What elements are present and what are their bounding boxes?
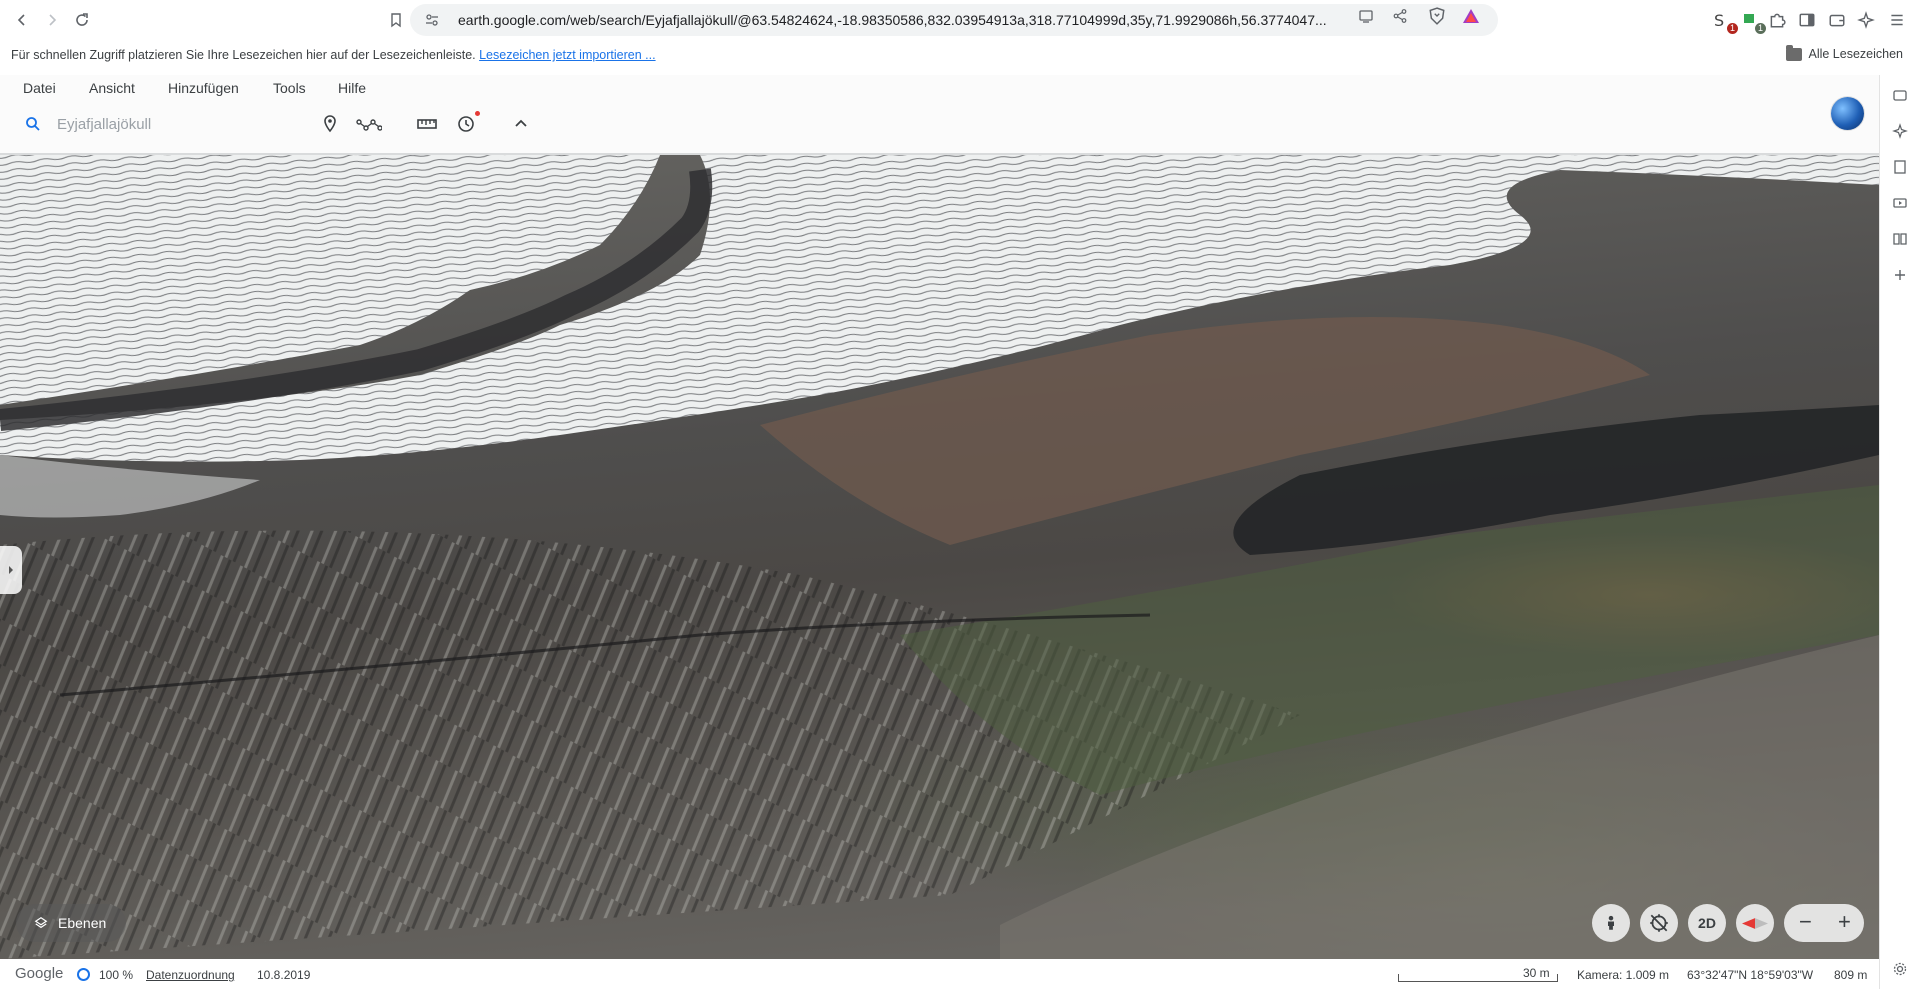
sidebar-wallet-icon[interactable] <box>1892 87 1908 103</box>
imagery-date: 10.8.2019 <box>257 968 311 982</box>
extension-1-icon[interactable]: S 1 <box>1712 10 1738 34</box>
search-input[interactable] <box>57 112 297 136</box>
load-percent: 100 % <box>99 968 134 982</box>
tilt-reset-button[interactable] <box>1640 904 1678 942</box>
wallet-icon[interactable] <box>1828 11 1846 29</box>
earth-status-bar: Google 100 % Datenzuordnung 10.8.2019 30… <box>0 959 1879 989</box>
browser-right-sidebar <box>1879 75 1919 989</box>
pegman-icon <box>1608 915 1614 930</box>
zoom-out-button[interactable]: − <box>1799 910 1812 934</box>
extension-2-badge: 1 <box>1754 23 1766 34</box>
extension-2-icon[interactable]: 1 <box>1740 10 1766 34</box>
share-icon[interactable] <box>1392 8 1408 24</box>
pegman-button[interactable] <box>1592 904 1630 942</box>
all-bookmarks-button[interactable]: Alle Lesezeichen <box>1786 44 1903 61</box>
menu-add[interactable]: Hinzufügen <box>168 80 239 96</box>
menu-file[interactable]: Datei <box>23 80 56 96</box>
folder-icon <box>1786 44 1803 61</box>
browser-toolbar: earth.google.com/web/search/Eyjafjallajö… <box>0 0 1919 40</box>
all-bookmarks-label: Alle Lesezeichen <box>1808 47 1903 61</box>
measure-icon[interactable] <box>416 114 438 134</box>
attribution-link[interactable]: Datenzuordnung <box>146 968 235 982</box>
zoom-control: − + <box>1784 904 1864 942</box>
placemark-icon[interactable] <box>320 114 340 134</box>
sidebar-leo-icon[interactable] <box>1892 123 1908 139</box>
sidebar-add-icon[interactable] <box>1892 267 1908 283</box>
site-info-icon[interactable] <box>424 12 440 28</box>
account-avatar-globe[interactable] <box>1831 97 1864 130</box>
history-icon[interactable] <box>456 114 476 134</box>
bookmarks-bar: Für schnellen Zugriff platzieren Sie Ihr… <box>0 40 1919 70</box>
google-logo: Google <box>15 965 64 982</box>
sidebar-reading-list-icon[interactable] <box>1892 231 1908 247</box>
history-notification-dot <box>475 111 480 116</box>
expand-panel-tab[interactable] <box>0 546 22 594</box>
layers-label: Ebenen <box>58 915 107 931</box>
compass-icon <box>1742 917 1768 929</box>
menu-tools[interactable]: Tools <box>273 80 306 96</box>
layers-button[interactable]: Ebenen <box>16 904 126 942</box>
address-bar[interactable]: earth.google.com/web/search/Eyjafjallajö… <box>410 4 1498 36</box>
reload-icon <box>76 13 88 26</box>
terrain-imagery <box>0 75 1879 959</box>
sidebar-settings-icon[interactable] <box>1892 961 1908 977</box>
sidebar-toggle-icon[interactable] <box>1798 11 1816 29</box>
bookmarks-hint-text: Für schnellen Zugriff platzieren Sie Ihr… <box>11 48 476 62</box>
search-icon[interactable] <box>25 116 41 132</box>
bookmarks-hint: Für schnellen Zugriff platzieren Sie Ihr… <box>11 48 656 62</box>
menu-icon[interactable] <box>1888 11 1906 29</box>
svg-text:S: S <box>1714 11 1724 30</box>
arrow-right-icon <box>49 14 57 26</box>
bookmark-button[interactable] <box>384 8 408 32</box>
leo-ai-icon[interactable] <box>1857 11 1875 29</box>
menu-help[interactable]: Hilfe <box>338 80 366 96</box>
extension-1-badge: 1 <box>1726 23 1738 34</box>
back-button[interactable] <box>10 8 34 32</box>
extensions-puzzle-icon[interactable] <box>1768 11 1786 29</box>
import-bookmarks-link[interactable]: Lesezeichen jetzt importieren ... <box>479 48 655 62</box>
chevron-right-icon <box>9 566 13 574</box>
zoom-in-button[interactable]: + <box>1838 910 1851 934</box>
no-rotate-icon <box>1650 914 1668 932</box>
camera-altitude: Kamera: 1.009 m <box>1577 968 1670 982</box>
brave-shield-icon[interactable] <box>1428 7 1446 25</box>
earth-3d-view[interactable] <box>0 75 1879 959</box>
loading-ring-icon <box>77 968 90 981</box>
forward-button[interactable] <box>40 8 64 32</box>
elevation: 809 m <box>1834 968 1868 982</box>
menu-view[interactable]: Ansicht <box>89 80 135 96</box>
collapse-icon[interactable] <box>512 114 530 134</box>
view-2d-button[interactable]: 2D <box>1688 904 1726 942</box>
brave-rewards-icon[interactable] <box>1462 8 1480 24</box>
compass-button[interactable] <box>1736 904 1774 942</box>
bookmark-icon <box>391 13 401 28</box>
scale-bar <box>1398 974 1558 982</box>
sidebar-bookmarks-icon[interactable] <box>1892 159 1908 175</box>
sidebar-playlist-icon[interactable] <box>1892 195 1908 211</box>
reload-button[interactable] <box>70 8 94 32</box>
cast-icon[interactable] <box>1358 8 1374 24</box>
arrow-left-icon <box>17 14 25 26</box>
coordinates: 63°32'47"N 18°59'03"W <box>1687 968 1814 982</box>
path-icon[interactable] <box>356 114 382 134</box>
layers-icon <box>34 917 48 929</box>
url-text[interactable]: earth.google.com/web/search/Eyjafjallajö… <box>458 4 1358 36</box>
